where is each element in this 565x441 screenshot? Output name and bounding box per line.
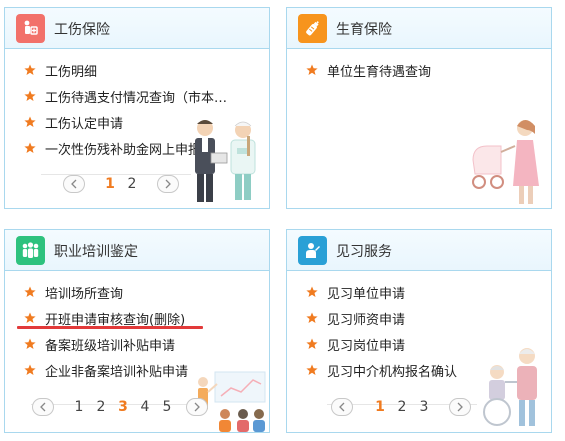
item-label: 企业非备案培训补贴申请	[45, 364, 189, 380]
item-label: 工伤待遇支付情况查询（市本级）	[45, 90, 235, 106]
chevron-left-icon	[40, 402, 46, 412]
page-number[interactable]: 3	[112, 399, 134, 415]
injury-card-title: 工伤保险	[54, 22, 110, 38]
group-people-icon	[16, 236, 45, 265]
list-item[interactable]: 见习中介机构报名确认	[287, 357, 457, 383]
elderly-wheelchair-illustration	[483, 348, 537, 426]
star-icon	[306, 64, 318, 75]
star-icon	[24, 64, 36, 75]
prev-page-button[interactable]	[32, 398, 54, 416]
star-icon	[306, 364, 318, 375]
star-icon	[306, 286, 318, 297]
maternity-insurance-card: 生育保险 单位生育待遇查询	[286, 7, 552, 209]
page-number[interactable]: 5	[156, 399, 178, 415]
prev-page-button[interactable]	[331, 398, 353, 416]
star-icon	[24, 286, 36, 297]
star-icon	[306, 312, 318, 323]
item-label: 见习岗位申请	[327, 338, 406, 354]
internship-item-list: 见习单位申请 见习师资申请 见习岗位申请 见习中介机构报名确认	[287, 279, 457, 383]
list-item[interactable]: 工伤待遇支付情况查询（市本级）	[5, 83, 235, 109]
item-label: 备案班级培训补贴申请	[45, 338, 176, 354]
baby-bottle-icon	[298, 14, 327, 43]
internship-pager: 1 2 3	[331, 398, 471, 416]
next-page-button[interactable]	[449, 398, 471, 416]
item-label: 见习师资申请	[327, 312, 406, 328]
item-label: 一次性伤残补助金网上申报	[45, 142, 202, 158]
chevron-right-icon	[165, 179, 171, 189]
star-icon	[24, 116, 36, 127]
training-card: 职业培训鉴定 培训场所查询 开班申请审核查询(删除) 备案班级培训补贴申请 企业…	[4, 229, 270, 433]
item-label: 工伤明细	[45, 64, 98, 80]
item-label: 工伤认定申请	[45, 116, 124, 132]
list-item[interactable]: 见习岗位申请	[287, 331, 457, 357]
page-number[interactable]: 1	[99, 176, 121, 192]
internship-card-title: 见习服务	[336, 244, 392, 260]
star-icon	[24, 312, 36, 323]
internship-card: 见习服务 见习单位申请 见习师资申请 见习岗位申请 见习中介机构报名确认 1 2…	[286, 229, 552, 433]
training-card-title: 职业培训鉴定	[54, 244, 138, 260]
star-icon	[24, 90, 36, 101]
item-label: 单位生育待遇查询	[327, 64, 432, 80]
item-label: 培训场所查询	[45, 286, 124, 302]
list-item[interactable]: 工伤明细	[5, 57, 235, 83]
prev-page-button[interactable]	[63, 175, 85, 193]
page-number[interactable]: 4	[134, 399, 156, 415]
training-pager: 1 2 3 4 5	[32, 398, 208, 416]
injury-insurance-card: 工伤保险 工伤明细 工伤待遇支付情况查询（市本级） 工伤认定申请 一次性伤残补助…	[4, 7, 270, 209]
star-icon	[306, 338, 318, 349]
list-item[interactable]: 培训场所查询	[5, 279, 188, 305]
list-item[interactable]: 见习单位申请	[287, 279, 457, 305]
page-number[interactable]: 3	[413, 399, 435, 415]
maternity-card-title: 生育保险	[336, 22, 392, 38]
chevron-left-icon	[339, 402, 345, 412]
next-page-button[interactable]	[157, 175, 179, 193]
internship-card-header: 见习服务	[287, 230, 551, 271]
mother-stroller-illustration	[472, 120, 539, 204]
page-number[interactable]: 1	[68, 399, 90, 415]
page-number[interactable]: 2	[90, 399, 112, 415]
chevron-left-icon	[71, 179, 77, 189]
next-page-button[interactable]	[186, 398, 208, 416]
maternity-item-list: 单位生育待遇查询	[287, 57, 431, 83]
maternity-card-header: 生育保险	[287, 8, 551, 49]
star-icon	[24, 338, 36, 349]
page-number[interactable]: 1	[369, 399, 391, 415]
chevron-right-icon	[457, 402, 463, 412]
training-card-header: 职业培训鉴定	[5, 230, 269, 271]
star-icon	[24, 142, 36, 153]
star-icon	[24, 364, 36, 375]
list-item[interactable]: 单位生育待遇查询	[287, 57, 431, 83]
item-label: 开班申请审核查询(删除)	[45, 312, 186, 328]
page-number[interactable]: 2	[121, 176, 143, 192]
training-item-list: 培训场所查询 开班申请审核查询(删除) 备案班级培训补贴申请 企业非备案培训补贴…	[5, 279, 188, 383]
doctor-patient-illustration	[195, 120, 256, 202]
page-number[interactable]: 2	[391, 399, 413, 415]
injured-person-icon	[16, 14, 45, 43]
item-label: 见习中介机构报名确认	[327, 364, 458, 380]
injury-pager: 1 2	[63, 175, 179, 193]
chevron-right-icon	[194, 402, 200, 412]
item-label: 见习单位申请	[327, 286, 406, 302]
list-item[interactable]: 备案班级培训补贴申请	[5, 331, 188, 357]
list-item[interactable]: 见习师资申请	[287, 305, 457, 331]
injury-card-header: 工伤保险	[5, 8, 269, 49]
highlight-underline	[17, 326, 203, 329]
trainee-icon	[298, 236, 327, 265]
list-item[interactable]: 企业非备案培训补贴申请	[5, 357, 188, 383]
